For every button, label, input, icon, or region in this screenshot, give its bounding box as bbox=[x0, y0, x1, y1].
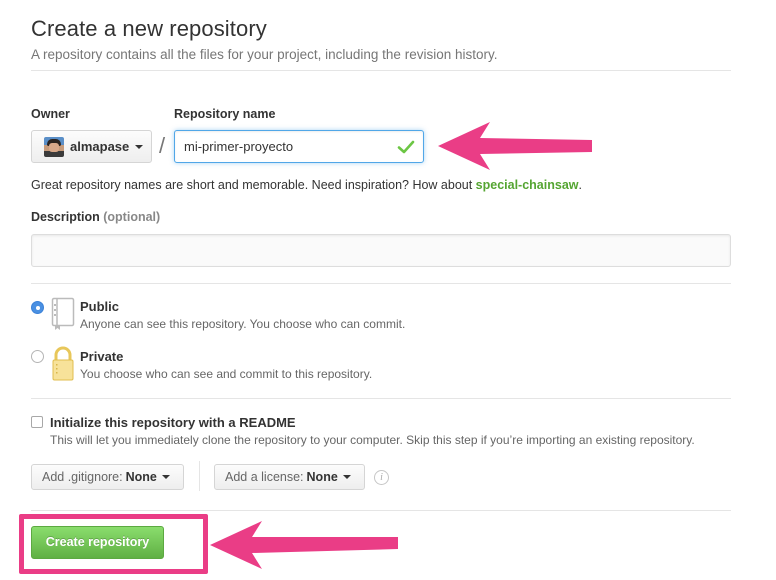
chevron-down-icon bbox=[161, 475, 170, 479]
section-divider bbox=[31, 283, 731, 284]
page-title: Create a new repository bbox=[31, 16, 267, 41]
owner-name: almapase bbox=[70, 139, 130, 154]
owner-label: Owner bbox=[31, 107, 70, 121]
public-description: Anyone can see this repository. You choo… bbox=[80, 317, 406, 331]
section-divider bbox=[31, 510, 731, 511]
info-icon[interactable]: i bbox=[374, 470, 389, 485]
init-readme-description: This will let you immediately clone the … bbox=[50, 433, 695, 447]
pink-arrow-icon bbox=[210, 521, 398, 569]
create-repository-button[interactable]: Create repository bbox=[31, 526, 164, 559]
owner-repo-separator: / bbox=[159, 133, 166, 158]
repo-name-label: Repository name bbox=[174, 107, 276, 121]
license-value: None bbox=[306, 470, 338, 484]
owner-select-button[interactable]: almapase bbox=[31, 130, 152, 163]
repo-name-input[interactable] bbox=[174, 130, 424, 163]
chevron-down-icon bbox=[135, 144, 144, 149]
section-divider bbox=[31, 398, 731, 399]
private-description: You choose who can see and commit to thi… bbox=[80, 367, 373, 381]
lock-icon bbox=[52, 346, 74, 381]
gitignore-value: None bbox=[125, 470, 157, 484]
public-title: Public bbox=[80, 299, 120, 314]
avatar bbox=[44, 136, 64, 157]
private-radio[interactable] bbox=[31, 350, 44, 363]
page-subtitle: A repository contains all the files for … bbox=[31, 47, 498, 62]
init-readme-title: Initialize this repository with a README bbox=[50, 415, 296, 430]
pink-arrow-icon bbox=[438, 122, 592, 170]
repo-book-icon bbox=[51, 297, 75, 330]
description-input[interactable] bbox=[31, 234, 731, 267]
description-label: Description (optional) bbox=[31, 210, 161, 224]
optional-tag: (optional) bbox=[103, 210, 161, 224]
chevron-down-icon bbox=[342, 475, 351, 479]
header-divider bbox=[31, 70, 731, 71]
license-select-button[interactable]: Add a license: None bbox=[214, 464, 365, 490]
init-readme-checkbox[interactable] bbox=[31, 416, 43, 428]
repo-name-hint: Great repository names are short and mem… bbox=[31, 178, 582, 192]
check-icon bbox=[397, 140, 415, 154]
private-title: Private bbox=[80, 349, 124, 364]
public-radio[interactable] bbox=[31, 301, 44, 314]
gitignore-select-button[interactable]: Add .gitignore: None bbox=[31, 464, 184, 490]
options-separator bbox=[199, 461, 200, 491]
suggested-name: special-chainsaw bbox=[475, 178, 579, 192]
